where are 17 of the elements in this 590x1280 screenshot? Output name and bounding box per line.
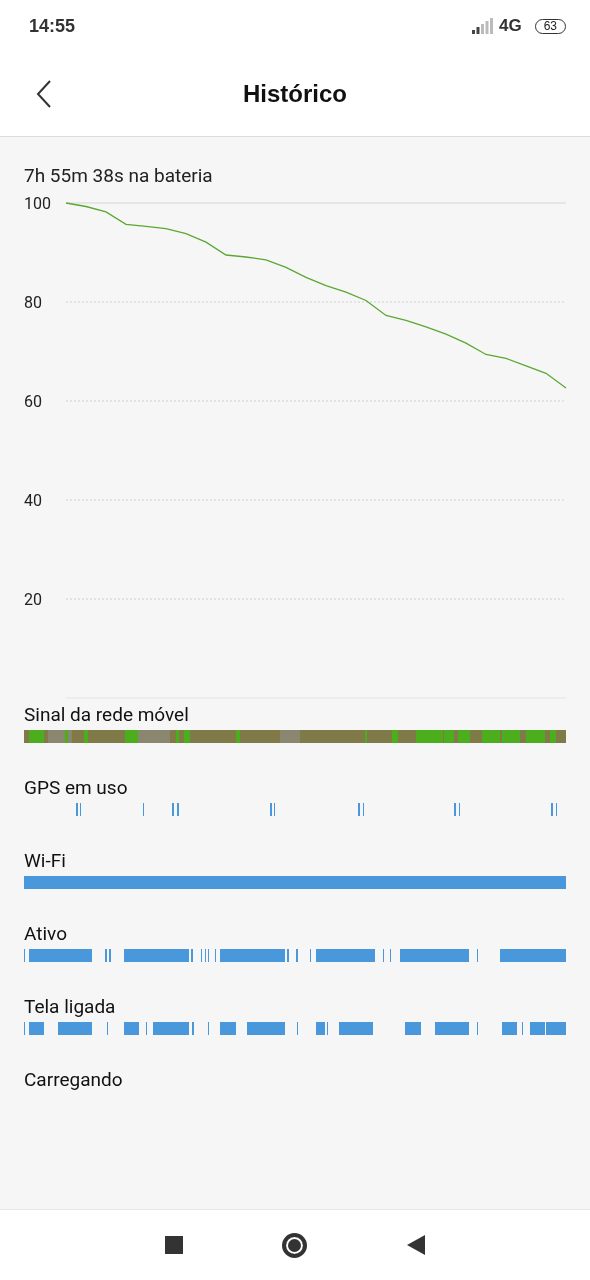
y-tick-label: 80 [24,292,42,312]
y-tick-label: 40 [24,490,42,510]
page-title: Histórico [243,80,347,108]
status-time: 14:55 [29,15,76,37]
recents-button[interactable] [162,1234,185,1256]
timeline-label: Tela ligada [24,995,117,1020]
timeline-label: GPS em uso [24,776,129,801]
signal-icon [471,18,494,34]
y-tick-label: 100 [24,193,51,213]
y-tick-label: 60 [24,391,42,411]
network-label: 4G [498,16,522,36]
timeline-label: Wi-Fi [24,849,67,874]
timeline-label: Sinal da rede móvel [24,703,190,728]
battery-duration: 7h 55m 38s na bateria [23,163,214,187]
timeline-label: Ativo [24,922,68,947]
timeline-label: Carregando [24,1068,124,1093]
y-tick-label: 20 [24,589,42,609]
